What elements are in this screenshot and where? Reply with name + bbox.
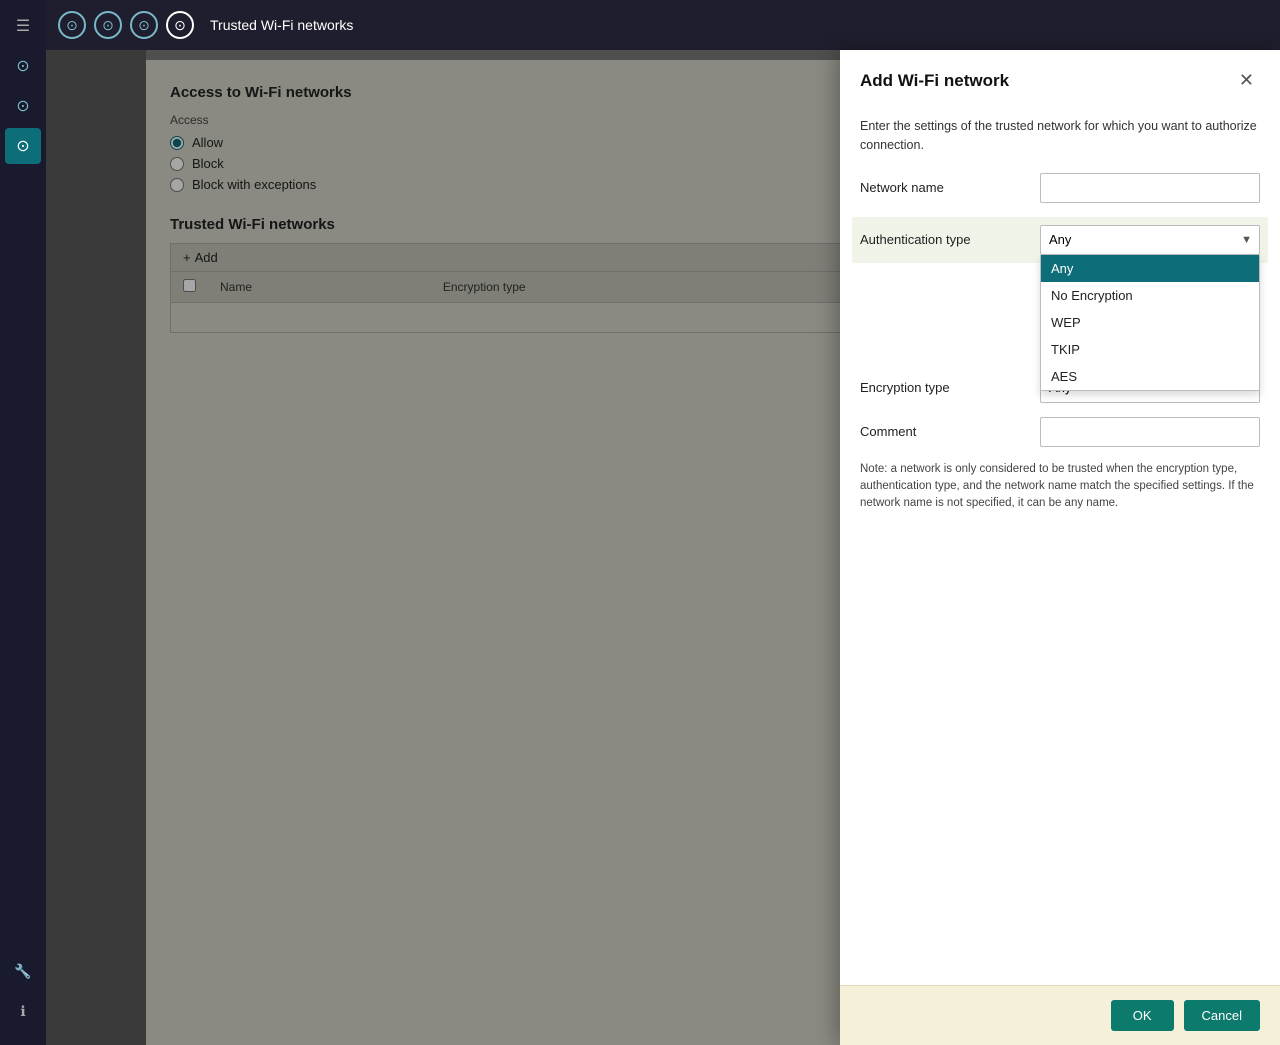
auth-type-dropdown[interactable]: Any No Encryption WEP TKIP AES [1040,255,1260,391]
page-title: Trusted Wi-Fi networks [210,17,353,33]
sidebar-bottom-icon-2[interactable]: ℹ [5,993,41,1029]
sidebar-bottom-icon-1[interactable]: 🔧 [5,953,41,989]
dialog-footer: OK Cancel [840,985,1280,1045]
add-wifi-dialog: Add Wi-Fi network ✕ Enter the settings o… [840,50,1280,1045]
auth-type-select-wrap: Any No Encryption WEP TKIP AES ▼ Any No … [1040,225,1260,255]
ok-button[interactable]: OK [1111,1000,1174,1031]
main-sidebar: ☰ ⊙ ⊙ ⊙ 🔧 ℹ [0,0,46,1045]
sidebar-icon-2[interactable]: ⊙ [5,88,41,124]
dialog-title: Add Wi-Fi network [860,71,1009,91]
dropdown-aes[interactable]: AES [1041,363,1259,390]
auth-type-select[interactable]: Any No Encryption WEP TKIP AES [1040,225,1260,255]
topbar-circle-icon-2: ⊙ [94,11,122,39]
main-content: Access to Wi-Fi networks Access Allow Bl… [46,50,1280,1045]
comment-row: Comment [860,417,1260,447]
dropdown-wep[interactable]: WEP [1041,309,1259,336]
auth-type-label: Authentication type [860,232,1040,247]
dialog-body: Enter the settings of the trusted networ… [840,105,1280,985]
dialog-header: Add Wi-Fi network ✕ [840,50,1280,105]
dialog-subtitle: Enter the settings of the trusted networ… [860,117,1260,155]
topbar-circle-icon-1: ⊙ [58,11,86,39]
comment-input[interactable] [1040,417,1260,447]
dropdown-any[interactable]: Any [1041,255,1259,282]
dropdown-no-encryption[interactable]: No Encryption [1041,282,1259,309]
topbar: ⊙ ⊙ ⊙ ⊙ Trusted Wi-Fi networks [46,0,1280,50]
dialog-close-button[interactable]: ✕ [1233,68,1260,93]
sidebar-icon-1[interactable]: ⊙ [5,48,41,84]
network-name-row: Network name [860,173,1260,203]
topbar-circle-icon-4: ⊙ [166,11,194,39]
sidebar-icon-3[interactable]: ⊙ [5,128,41,164]
topbar-circle-icon-3: ⊙ [130,11,158,39]
dropdown-tkip[interactable]: TKIP [1041,336,1259,363]
hamburger-menu[interactable]: ☰ [8,8,38,44]
form-note: Note: a network is only considered to be… [860,461,1260,513]
auth-type-row: Authentication type Any No Encryption WE… [852,217,1268,263]
encryption-type-label: Encryption type [860,380,1040,395]
network-name-input[interactable] [1040,173,1260,203]
cancel-button[interactable]: Cancel [1184,1000,1260,1031]
network-name-label: Network name [860,180,1040,195]
comment-label: Comment [860,424,1040,439]
